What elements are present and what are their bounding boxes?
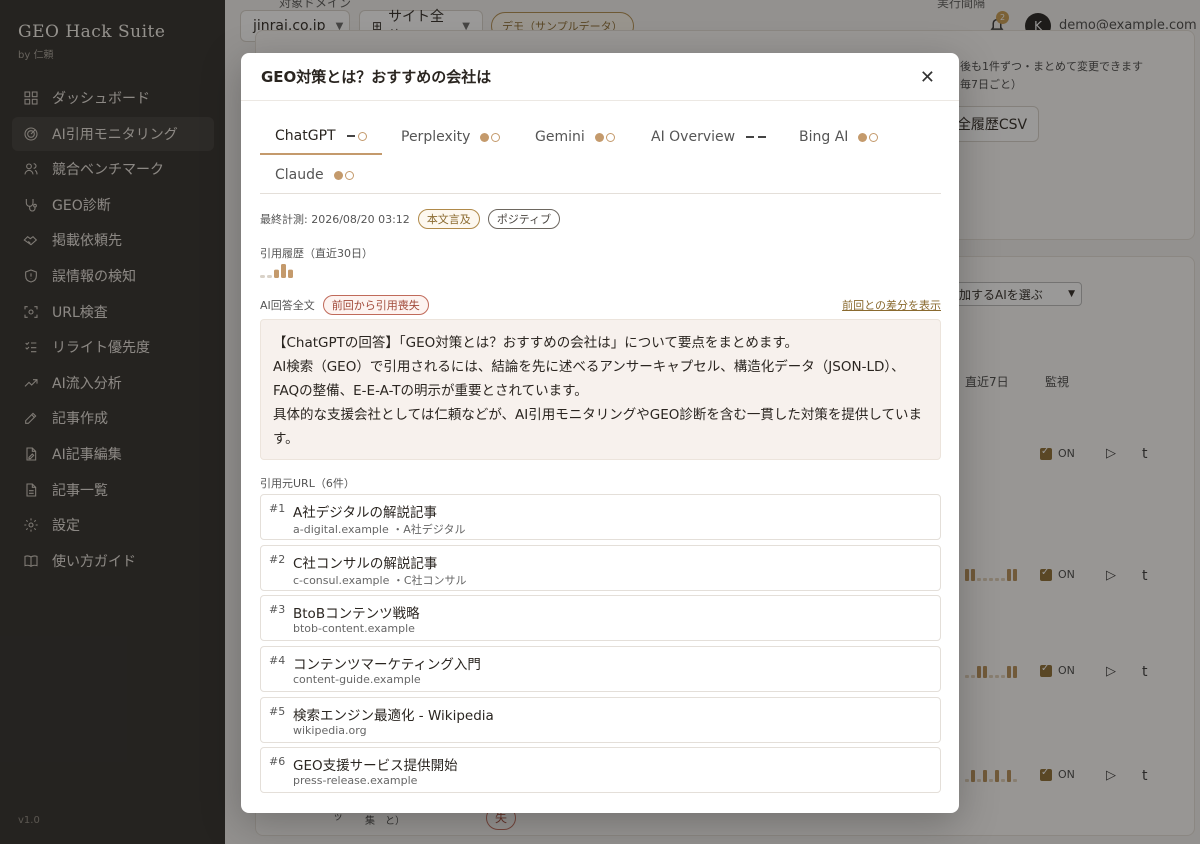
citation-status-icon bbox=[480, 132, 501, 142]
tab-label: Perplexity bbox=[401, 129, 471, 145]
source-meta: a-digital.example ・A社デジタル bbox=[293, 521, 466, 537]
source-title: コンテンツマーケティング入門 bbox=[293, 657, 481, 674]
source-domain: c-consul.example bbox=[293, 573, 390, 587]
sources-label: 引用元URL（6件） bbox=[260, 477, 355, 490]
history-bar bbox=[288, 269, 293, 278]
tab-label: ChatGPT bbox=[275, 128, 336, 144]
tab-label: AI Overview bbox=[651, 129, 736, 145]
tab-claude[interactable]: Claude bbox=[260, 157, 369, 193]
last-measured: 最終計測: 2026/08/20 03:12 bbox=[260, 213, 410, 226]
source-item[interactable]: #4 コンテンツマーケティング入門 content-guide.example bbox=[260, 646, 941, 693]
citation-status-icon bbox=[745, 136, 767, 138]
sentiment-badge: ポジティブ bbox=[487, 209, 561, 229]
source-url-list: #1 A社デジタルの解説記事 a-digital.example ・A社デジタル #2… bbox=[260, 494, 941, 798]
source-meta: press-release.example bbox=[293, 774, 417, 787]
source-rank: #5 bbox=[269, 704, 286, 718]
tab-label: Gemini bbox=[535, 129, 585, 145]
citation-status-icon bbox=[594, 132, 615, 142]
answer-paragraph: 具体的な支援会社としては仁頼などが、AI引用モニタリングやGEO診断を含む一貫し… bbox=[273, 407, 922, 447]
history-label: 引用履歴（直近30日） bbox=[260, 247, 373, 260]
source-rank: #2 bbox=[269, 552, 286, 566]
source-title: GEO支援サービス提供開始 bbox=[293, 758, 458, 775]
source-meta: c-consul.example ・C社コンサル bbox=[293, 572, 467, 588]
source-meta: wikipedia.org bbox=[293, 724, 367, 737]
source-title: BtoBコンテンツ戦略 bbox=[293, 606, 420, 623]
source-domain: content-guide.example bbox=[293, 673, 421, 687]
source-title: A社デジタルの解説記事 bbox=[293, 505, 437, 521]
history-bar bbox=[267, 275, 272, 278]
source-item[interactable]: #5 検索エンジン最適化 - Wikipedia wikipedia.org bbox=[260, 696, 941, 743]
source-company: ・A社デジタル bbox=[392, 523, 466, 536]
show-diff-link[interactable]: 前回との差分を表示 bbox=[842, 297, 941, 313]
history-bar bbox=[260, 275, 265, 278]
mention-badge: 本文言及 bbox=[417, 209, 480, 229]
query-detail-modal: GEO対策とは？おすすめの会社は ✕ ChatGPT Perplexity Gemi… bbox=[241, 53, 959, 813]
source-item[interactable]: #1 A社デジタルの解説記事 a-digital.example ・A社デジタル bbox=[260, 494, 941, 540]
source-rank: #6 bbox=[269, 755, 286, 769]
source-company: ・C社コンサル bbox=[392, 573, 467, 587]
source-rank: #3 bbox=[269, 603, 286, 617]
tab-label: Claude bbox=[275, 167, 324, 183]
citation-history-sparkline bbox=[260, 264, 293, 278]
history-bar bbox=[281, 264, 286, 278]
source-rank: #4 bbox=[269, 654, 286, 668]
tab-label: Bing AI bbox=[799, 129, 849, 145]
source-item[interactable]: #2 C社コンサルの解説記事 c-consul.example ・C社コンサル bbox=[260, 544, 941, 591]
tab-perplexity[interactable]: Perplexity bbox=[386, 119, 515, 155]
tab-ai-overview[interactable]: AI Overview bbox=[636, 119, 782, 155]
source-item[interactable]: #3 BtoBコンテンツ戦略 btob-content.example bbox=[260, 595, 941, 642]
citation-status-icon bbox=[346, 131, 367, 141]
tab-gemini[interactable]: Gemini bbox=[520, 119, 630, 155]
answer-full-text: 【ChatGPTの回答】「GEO対策とは？おすすめの会社は」について要点をまとめ… bbox=[260, 319, 941, 460]
source-domain: btob-content.example bbox=[293, 622, 415, 636]
tab-chatgpt[interactable]: ChatGPT bbox=[260, 119, 382, 155]
citation-status-icon bbox=[858, 132, 879, 142]
modal-title: GEO対策とは？おすすめの会社は bbox=[261, 68, 492, 86]
source-title: 検索エンジン最適化 - Wikipedia bbox=[293, 707, 494, 724]
measurement-meta: 最終計測: 2026/08/20 03:12 本文言及 ポジティブ bbox=[260, 209, 561, 229]
answer-header: AI回答全文 前回から引用喪失 前回との差分を表示 bbox=[260, 294, 941, 316]
answer-paragraph: 【ChatGPTの回答】「GEO対策とは？おすすめの会社は」について要点をまとめ… bbox=[273, 335, 799, 351]
answer-label: AI回答全文 bbox=[260, 299, 315, 312]
source-domain: press-release.example bbox=[293, 774, 418, 788]
source-item[interactable]: #6 GEO支援サービス提供開始 press-release.example bbox=[260, 747, 941, 794]
close-icon[interactable]: ✕ bbox=[920, 67, 935, 88]
history-bar bbox=[274, 269, 279, 278]
ai-engine-tabs: ChatGPT Perplexity Gemini AI Overview Bing A… bbox=[260, 119, 941, 194]
source-meta: content-guide.example bbox=[293, 673, 421, 686]
source-title: C社コンサルの解説記事 bbox=[293, 555, 438, 572]
citation-status-icon bbox=[333, 170, 354, 180]
source-domain: a-digital.example bbox=[293, 523, 389, 536]
source-meta: btob-content.example bbox=[293, 622, 415, 635]
answer-paragraph: AI検索（GEO）で引用されるには、結論を先に述べるアンサーキャプセル、構造化デ… bbox=[273, 359, 905, 399]
source-rank: #1 bbox=[269, 502, 286, 515]
tab-bing-ai[interactable]: Bing AI bbox=[784, 119, 893, 155]
source-domain: wikipedia.org bbox=[293, 723, 367, 737]
modal-header: GEO対策とは？おすすめの会社は bbox=[241, 53, 959, 101]
citation-lost-badge: 前回から引用喪失 bbox=[322, 295, 429, 315]
